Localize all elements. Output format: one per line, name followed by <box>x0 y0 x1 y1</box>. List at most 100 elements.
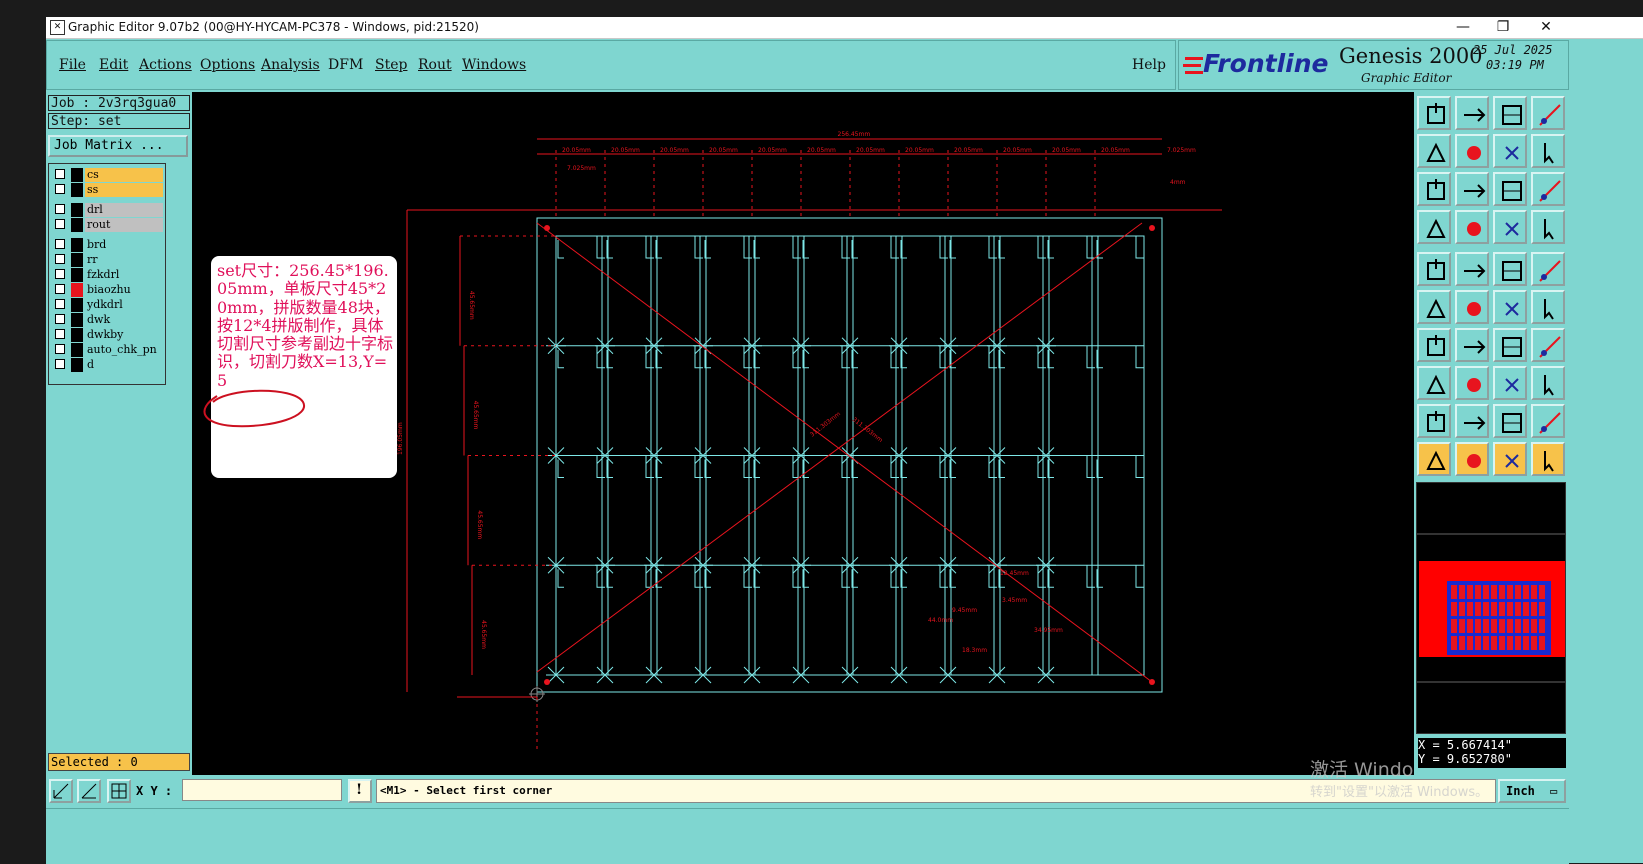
layer-row-brd[interactable]: brd <box>51 238 165 252</box>
line2-tool-button[interactable] <box>1455 328 1489 362</box>
pointer-tool-button[interactable] <box>1417 442 1451 476</box>
add-point-tool-button[interactable] <box>1493 290 1527 324</box>
menu-analysis[interactable]: Analysis <box>261 57 320 73</box>
layer-name[interactable]: d <box>85 358 163 372</box>
help-tool-button[interactable] <box>1531 172 1565 206</box>
layer-row-fzkdrl[interactable]: fzkdrl <box>51 268 165 282</box>
pointer3-tool-button[interactable] <box>1493 442 1527 476</box>
layer-row-drl[interactable]: drl <box>51 203 165 217</box>
route-edit-tool-button[interactable] <box>1531 442 1565 476</box>
layer-row-ss[interactable]: ss <box>51 183 165 197</box>
scale-tool-button[interactable] <box>1493 172 1527 206</box>
layer-name[interactable]: rout <box>85 218 163 232</box>
node-tool-button[interactable] <box>1417 290 1451 324</box>
measure-button[interactable] <box>77 779 101 803</box>
delete-node-tool-button[interactable] <box>1455 290 1489 324</box>
layer-checkbox[interactable] <box>55 329 65 339</box>
layer-row-dwkby[interactable]: dwkby <box>51 328 165 342</box>
trace-tool-button[interactable] <box>1417 366 1451 400</box>
line-tool-button[interactable] <box>1417 328 1451 362</box>
layer-checkbox[interactable] <box>55 344 65 354</box>
menu-rout[interactable]: Rout <box>418 57 452 73</box>
pad-tool-button[interactable] <box>1417 252 1451 286</box>
layer-checkbox[interactable] <box>55 239 65 249</box>
layer-name[interactable]: auto_chk_pn <box>85 343 163 357</box>
layer-name[interactable]: brd <box>85 238 163 252</box>
close-button[interactable]: ✕ <box>1524 17 1568 38</box>
layer-row-rr[interactable]: rr <box>51 253 165 267</box>
frame-tool-button[interactable] <box>1455 252 1489 286</box>
menu-edit[interactable]: Edit <box>99 57 128 73</box>
alert-button[interactable]: ! <box>348 779 372 803</box>
layer-checkbox[interactable] <box>55 204 65 214</box>
layer-row-biaozhu[interactable]: biaozhu <box>51 283 165 297</box>
menu-options[interactable]: Options <box>200 57 255 73</box>
layer-row-dwk[interactable]: dwk <box>51 313 165 327</box>
layer-name[interactable]: biaozhu <box>85 283 163 297</box>
left-tool-button[interactable] <box>1417 134 1451 168</box>
minimize-button[interactable]: — <box>1441 17 1485 38</box>
layer-row-d[interactable]: d <box>51 358 165 372</box>
text-a-tool-button[interactable] <box>1455 404 1489 438</box>
layer-checkbox[interactable] <box>55 269 65 279</box>
layer-row-cs[interactable]: cs <box>51 168 165 182</box>
ruler-tool-button[interactable] <box>1493 252 1527 286</box>
layer-checkbox[interactable] <box>55 314 65 324</box>
layer-name[interactable]: fzkdrl <box>85 268 163 282</box>
menu-actions[interactable]: Actions <box>139 57 192 73</box>
home-tool-button[interactable] <box>1493 96 1527 130</box>
units-selector[interactable]: Inch ▭ <box>1498 779 1566 803</box>
connect-tool-button[interactable] <box>1531 290 1565 324</box>
text-a3-tool-button[interactable] <box>1531 404 1565 438</box>
fit-tool-button[interactable] <box>1417 172 1451 206</box>
xy-input[interactable] <box>182 779 342 801</box>
mini-map[interactable] <box>1416 534 1566 682</box>
right-tool-button[interactable] <box>1455 134 1489 168</box>
grid-tool-button[interactable] <box>1531 96 1565 130</box>
menu-windows[interactable]: Windows <box>462 57 526 73</box>
layer-checkbox[interactable] <box>55 284 65 294</box>
layer-name[interactable]: dwkby <box>85 328 163 342</box>
layer-checkbox[interactable] <box>55 184 65 194</box>
menu-file[interactable]: File <box>59 57 86 73</box>
layer-checkbox[interactable] <box>55 254 65 264</box>
redo-tool-button[interactable] <box>1531 134 1565 168</box>
layer-name[interactable]: drl <box>85 203 163 217</box>
layer-checkbox[interactable] <box>55 359 65 369</box>
menu-help[interactable]: Help <box>1132 57 1166 73</box>
move-tool-button[interactable] <box>1417 96 1451 130</box>
menu-dfm[interactable]: DFM <box>328 57 363 73</box>
pointer2-tool-button[interactable] <box>1455 442 1489 476</box>
split-tool-button[interactable] <box>1531 328 1565 362</box>
layer-row-auto-chk-pn[interactable]: auto_chk_pn <box>51 343 165 357</box>
measure-tool-button[interactable] <box>1417 210 1451 244</box>
layer-name[interactable]: cs <box>85 168 163 182</box>
route-tool-button[interactable] <box>1493 210 1527 244</box>
layer-checkbox[interactable] <box>55 299 65 309</box>
layer-name[interactable]: rr <box>85 253 163 267</box>
layer-checkbox[interactable] <box>55 169 65 179</box>
triangle-tool-button[interactable] <box>1417 404 1451 438</box>
center-tool-button[interactable] <box>1493 366 1527 400</box>
zoom-tool-button[interactable] <box>1455 172 1489 206</box>
grid-snap-tool-button[interactable] <box>1455 210 1489 244</box>
text-a2-tool-button[interactable] <box>1493 404 1527 438</box>
job-matrix-button[interactable]: Job Matrix ... <box>48 135 188 157</box>
undo-tool-button[interactable] <box>1493 134 1527 168</box>
layer-name[interactable]: dwk <box>85 313 163 327</box>
route2-tool-button[interactable] <box>1531 210 1565 244</box>
arc-tool-button[interactable] <box>1493 328 1527 362</box>
menu-step[interactable]: Step <box>375 57 407 73</box>
cut-tool-button[interactable] <box>1455 366 1489 400</box>
shapes-tool-button[interactable] <box>1531 366 1565 400</box>
grid-button[interactable] <box>107 779 131 803</box>
maximize-button[interactable]: ❐ <box>1481 17 1525 38</box>
zoom-area-button[interactable] <box>49 779 73 803</box>
layer-checkbox[interactable] <box>55 219 65 229</box>
dot-tool-button[interactable] <box>1531 252 1565 286</box>
layer-row-rout[interactable]: rout <box>51 218 165 232</box>
layer-name[interactable]: ss <box>85 183 163 197</box>
layer-row-ydkdrl[interactable]: ydkdrl <box>51 298 165 312</box>
copy-tool-button[interactable] <box>1455 96 1489 130</box>
layer-name[interactable]: ydkdrl <box>85 298 163 312</box>
